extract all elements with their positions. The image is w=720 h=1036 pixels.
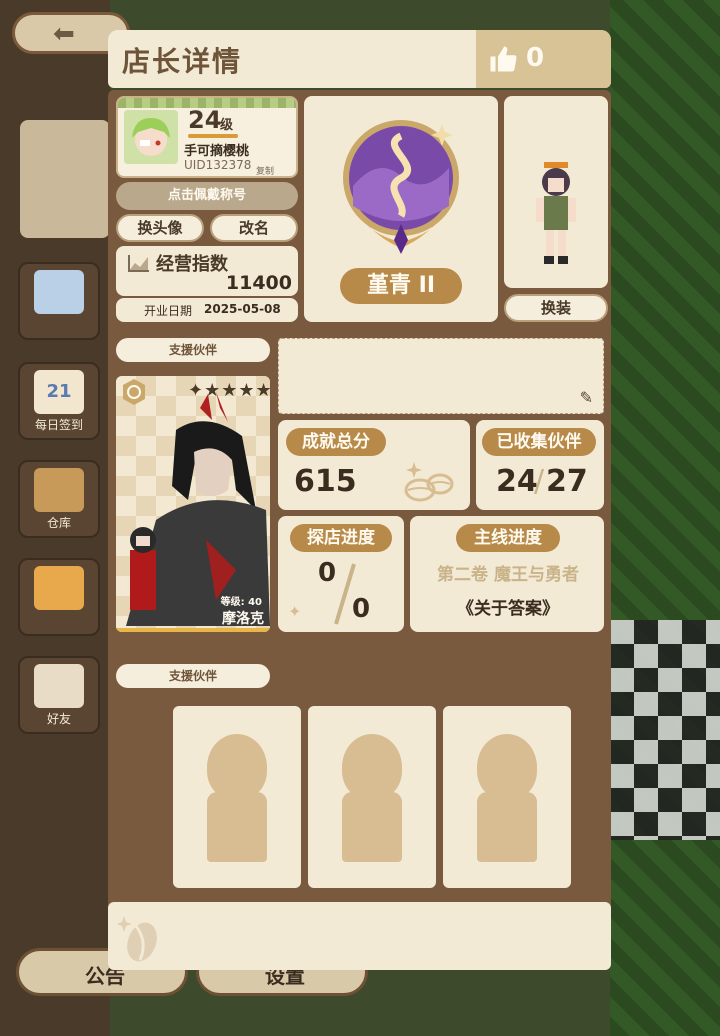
friends-label: 好友	[46, 712, 71, 726]
empty-slot-body	[477, 792, 537, 862]
bg-avatar-card	[20, 120, 110, 238]
rank-badge-icon	[343, 120, 459, 254]
support-slot-1[interactable]	[173, 706, 301, 888]
rank-name: 堇青 II	[340, 268, 462, 304]
coffee-bean-icon	[118, 916, 157, 962]
partner-name: 摩洛克	[222, 611, 264, 627]
empty-slot-icon	[342, 734, 402, 800]
wear-title-button[interactable]: 点击佩戴称号	[116, 182, 298, 210]
story-chapter: 第二卷 魔王与勇者	[437, 565, 579, 585]
chart-icon	[128, 255, 149, 272]
story-episode: 《关于答案》	[457, 599, 559, 619]
scene-background	[610, 0, 720, 1036]
player-uid: UID132378	[184, 158, 252, 172]
warehouse-label: 仓库	[46, 516, 71, 530]
partner-card[interactable]: ✦★★★★ 等级: 40 摩洛克	[116, 376, 270, 632]
change-outfit-button[interactable]: 换装	[504, 294, 608, 322]
avatar-portrait-icon	[124, 110, 178, 164]
business-index-card: 经营指数 11400	[116, 246, 298, 296]
coffee-beans-icon	[404, 462, 454, 502]
thumbs-up-icon	[490, 46, 517, 72]
explore-progress-total: 0	[352, 594, 371, 624]
partner-portrait-icon	[126, 392, 270, 626]
partner-level: 等级: 40	[220, 597, 262, 608]
collected-divider: /	[534, 464, 545, 499]
player-level-unit: 级	[220, 118, 234, 133]
player-level: 24	[188, 106, 222, 134]
support-slot-3[interactable]	[443, 706, 571, 888]
edit-icon[interactable]: ✎	[580, 388, 593, 407]
collected-partners-card: 已收集伙伴 24 / 27	[476, 420, 604, 510]
like-button[interactable]: 0	[476, 30, 611, 88]
rank-card: 堇青 II	[304, 96, 498, 322]
daily-checkin-button[interactable]: 21 每日签到	[18, 362, 100, 440]
copy-uid-button[interactable]: 复制	[256, 164, 274, 177]
story-progress-card: 主线进度 第二卷 魔王与勇者 《关于答案》	[410, 516, 604, 632]
support-partner-label: 支援伙伴	[116, 338, 270, 362]
explore-progress-label: 探店进度	[290, 524, 392, 552]
business-index-value: 11400	[225, 272, 292, 294]
empty-slot-icon	[477, 734, 537, 800]
cat-icon	[34, 664, 84, 708]
business-index-label: 经营指数	[156, 254, 228, 275]
checker-floor	[610, 620, 720, 840]
page-title: 店长详情	[122, 45, 243, 78]
support-section-label: 支援伙伴	[116, 664, 270, 688]
open-date-label: 开业日期	[144, 304, 193, 318]
story-progress-label: 主线进度	[456, 524, 560, 552]
collected-partners-label: 已收集伙伴	[482, 428, 596, 456]
back-arrow-icon: ⬅	[53, 19, 75, 49]
open-date-value: 2025-05-08	[204, 302, 281, 316]
box-icon	[34, 468, 84, 512]
achievement-label: 成就总分	[286, 428, 386, 456]
gift-button[interactable]	[18, 558, 100, 636]
warehouse-button[interactable]: 仓库	[18, 460, 100, 538]
level-bar	[188, 134, 238, 138]
explore-progress-card: 探店进度 0 0 ✦	[278, 516, 404, 632]
rename-button[interactable]: 改名	[210, 214, 298, 242]
open-date-card: 开业日期 2025-05-08	[116, 298, 298, 322]
calendar-icon: 21	[34, 370, 84, 414]
footer-bar	[108, 902, 611, 970]
partner-card-bar	[116, 628, 270, 632]
notebook-button[interactable]	[18, 262, 100, 340]
like-count: 0	[526, 43, 545, 73]
friends-button[interactable]: 好友	[18, 656, 100, 734]
empty-slot-body	[207, 792, 267, 862]
collected-partners-value: 24	[496, 464, 538, 499]
outfit-card	[504, 96, 608, 288]
daily-checkin-label: 每日签到	[34, 418, 83, 432]
notebook-icon	[34, 270, 84, 314]
change-avatar-button[interactable]: 换头像	[116, 214, 204, 242]
empty-slot-icon	[207, 734, 267, 800]
avatar	[124, 110, 178, 164]
achievement-card: 成就总分 615	[278, 420, 470, 510]
support-slot-2[interactable]	[308, 706, 436, 888]
achievement-value: 615	[294, 464, 357, 499]
empty-slot-body	[342, 792, 402, 862]
player-nickname: 手可摘樱桃	[184, 144, 250, 159]
gift-icon	[34, 566, 84, 610]
title-bar: 店长详情 0	[108, 30, 611, 88]
collected-partners-total: 27	[546, 464, 588, 499]
signature-note-box[interactable]: ✎	[278, 338, 604, 414]
character-sprite-icon	[536, 162, 576, 264]
profile-card: 24 级 手可摘樱桃 UID132378 复制	[116, 96, 298, 178]
shopkeeper-detail-panel: 店长详情 0 24 级 手可摘樱桃 UID132378 复制 点击佩戴称号 换头…	[108, 30, 611, 970]
sparkle-icon: ✦	[288, 602, 302, 621]
